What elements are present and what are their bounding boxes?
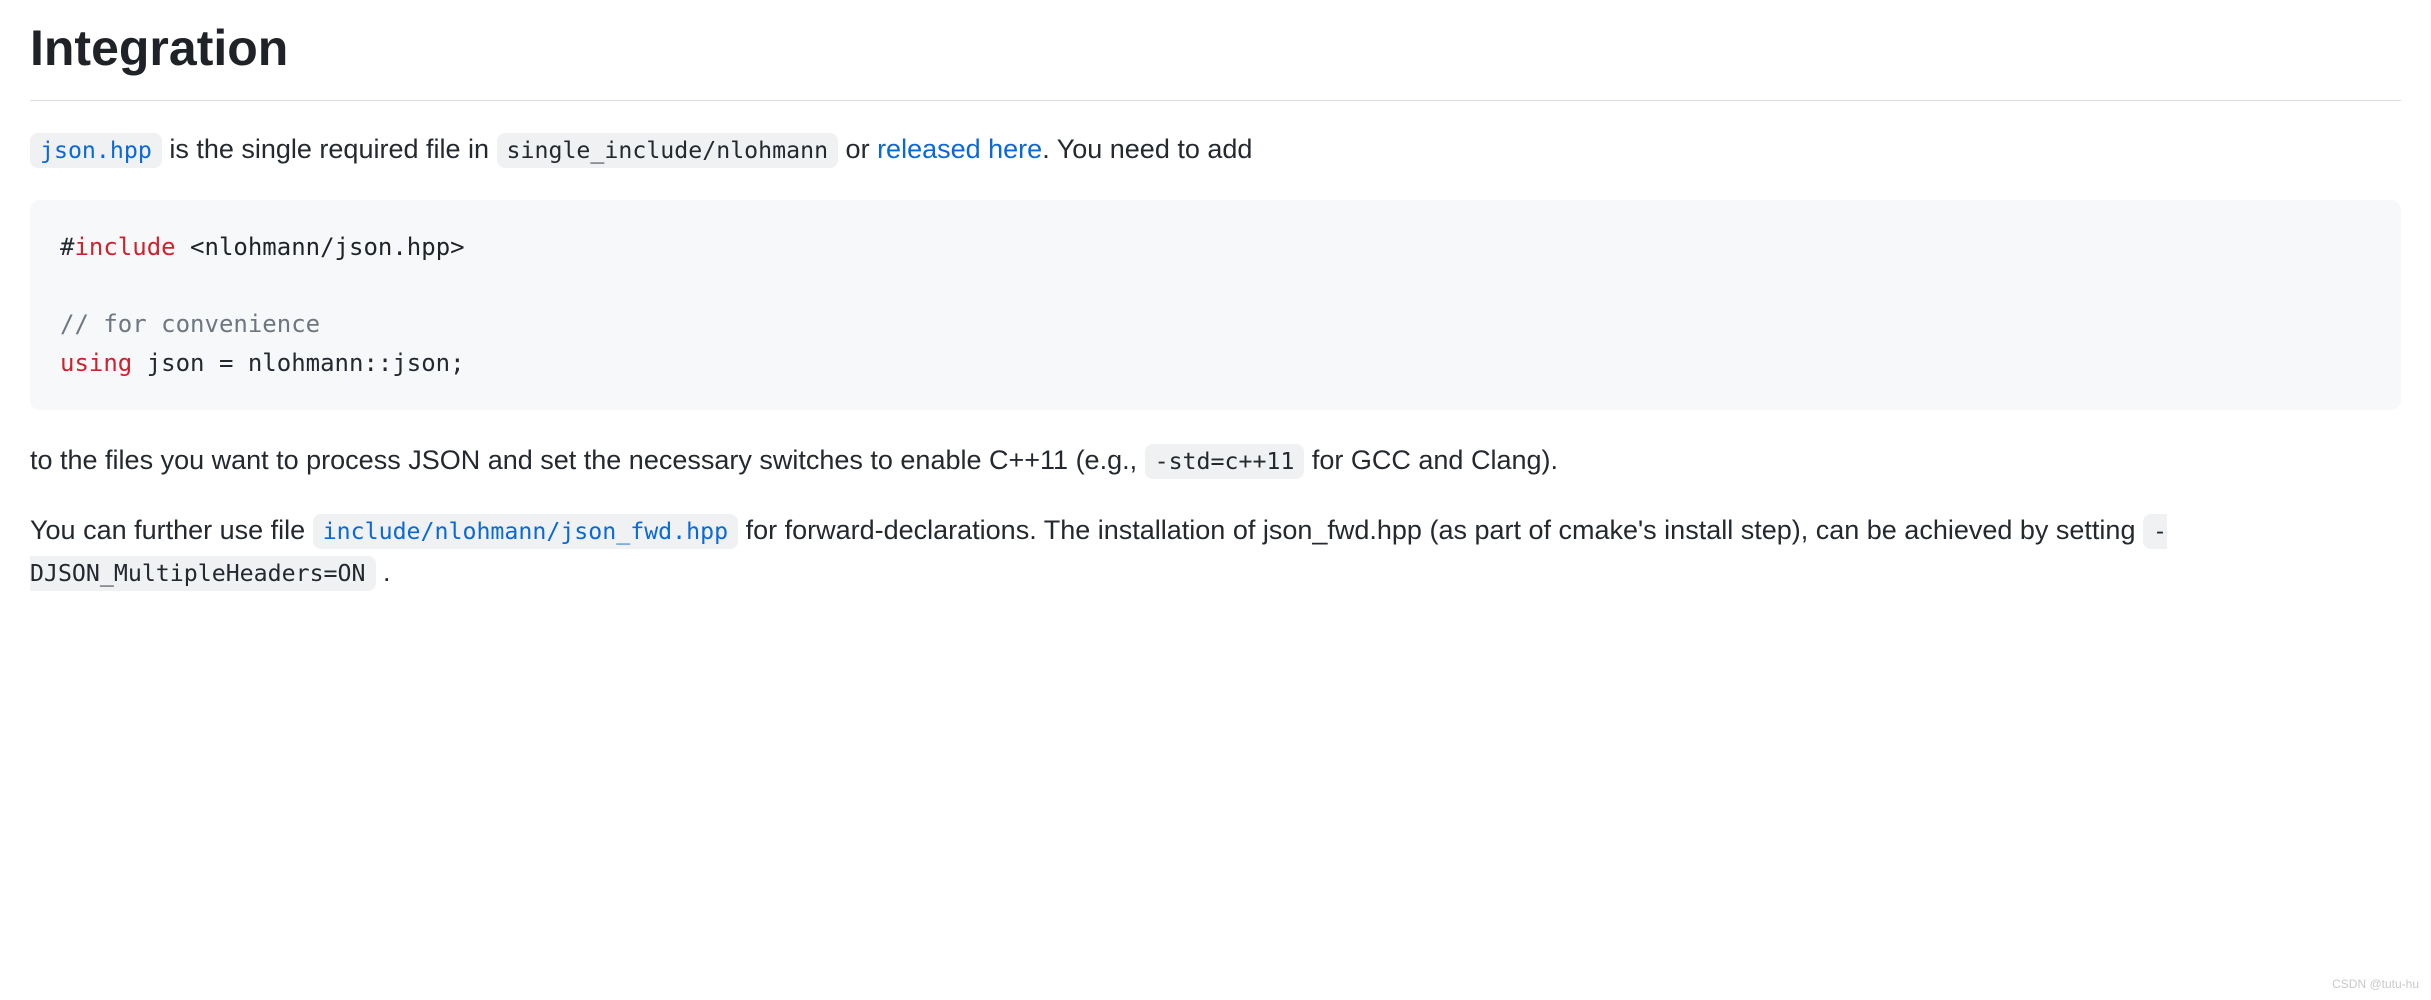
- link-released-here[interactable]: released here: [877, 134, 1042, 164]
- code-std-flag: -std=c++11: [1145, 444, 1305, 479]
- watermark: CSDN @tutu-hu: [2332, 975, 2419, 994]
- paragraph-intro: json.hpp is the single required file in …: [30, 129, 2401, 171]
- section-heading: Integration: [30, 10, 2401, 101]
- text-fragment: You can further use file: [30, 515, 313, 545]
- paragraph-fwd: You can further use file include/nlohman…: [30, 510, 2401, 594]
- code-token-using: using: [60, 349, 132, 377]
- code-token-using-rest: json = nlohmann::json;: [132, 349, 464, 377]
- text-fragment: .: [376, 557, 391, 587]
- code-json-fwd-hpp: include/nlohmann/json_fwd.hpp: [313, 514, 738, 549]
- paragraph-switches: to the files you want to process JSON an…: [30, 440, 2401, 482]
- code-token-header-path: <nlohmann/json.hpp>: [176, 233, 465, 261]
- text-fragment: or: [838, 134, 877, 164]
- code-token-hash: #: [60, 233, 74, 261]
- code-single-include: single_include/nlohmann: [497, 133, 839, 168]
- code-json-hpp: json.hpp: [30, 133, 162, 168]
- text-fragment: is the single required file in: [162, 134, 497, 164]
- text-fragment: for GCC and Clang).: [1304, 445, 1558, 475]
- code-token-include: include: [74, 233, 175, 261]
- code-block-include: #include <nlohmann/json.hpp> // for conv…: [30, 200, 2401, 410]
- text-fragment: to the files you want to process JSON an…: [30, 445, 1145, 475]
- text-fragment: for forward-declarations. The installati…: [738, 515, 2143, 545]
- text-fragment: . You need to add: [1042, 134, 1252, 164]
- code-token-comment: // for convenience: [60, 310, 320, 338]
